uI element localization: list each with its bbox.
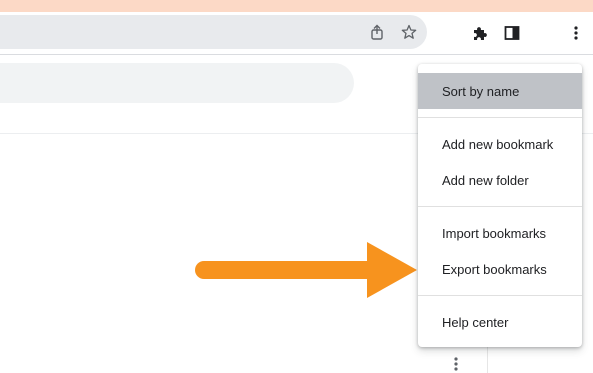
- more-vert-icon[interactable]: [448, 355, 464, 373]
- menu-item-sort-by-name[interactable]: Sort by name: [418, 73, 582, 109]
- menu-item-add-new-folder[interactable]: Add new folder: [418, 162, 582, 198]
- more-vert-icon[interactable]: [565, 22, 587, 44]
- row-divider: [487, 345, 488, 373]
- menu-separator: [418, 117, 582, 118]
- side-panel-icon[interactable]: [501, 22, 523, 44]
- organize-menu: Sort by name Add new bookmark Add new fo…: [418, 64, 582, 347]
- browser-toolbar: [0, 12, 593, 55]
- address-bar[interactable]: [0, 15, 427, 49]
- window-top-strip: [0, 0, 593, 12]
- menu-item-import-bookmarks[interactable]: Import bookmarks: [418, 215, 582, 251]
- menu-item-help-center[interactable]: Help center: [418, 304, 582, 340]
- share-icon[interactable]: [368, 23, 386, 41]
- menu-item-export-bookmarks[interactable]: Export bookmarks: [418, 251, 582, 287]
- star-icon[interactable]: [400, 23, 418, 41]
- bookmarks-search-bar[interactable]: [0, 63, 354, 103]
- extensions-icon[interactable]: [469, 22, 491, 44]
- menu-separator: [418, 206, 582, 207]
- arrow-annotation-icon: [195, 242, 417, 298]
- menu-separator: [418, 295, 582, 296]
- menu-item-add-new-bookmark[interactable]: Add new bookmark: [418, 126, 582, 162]
